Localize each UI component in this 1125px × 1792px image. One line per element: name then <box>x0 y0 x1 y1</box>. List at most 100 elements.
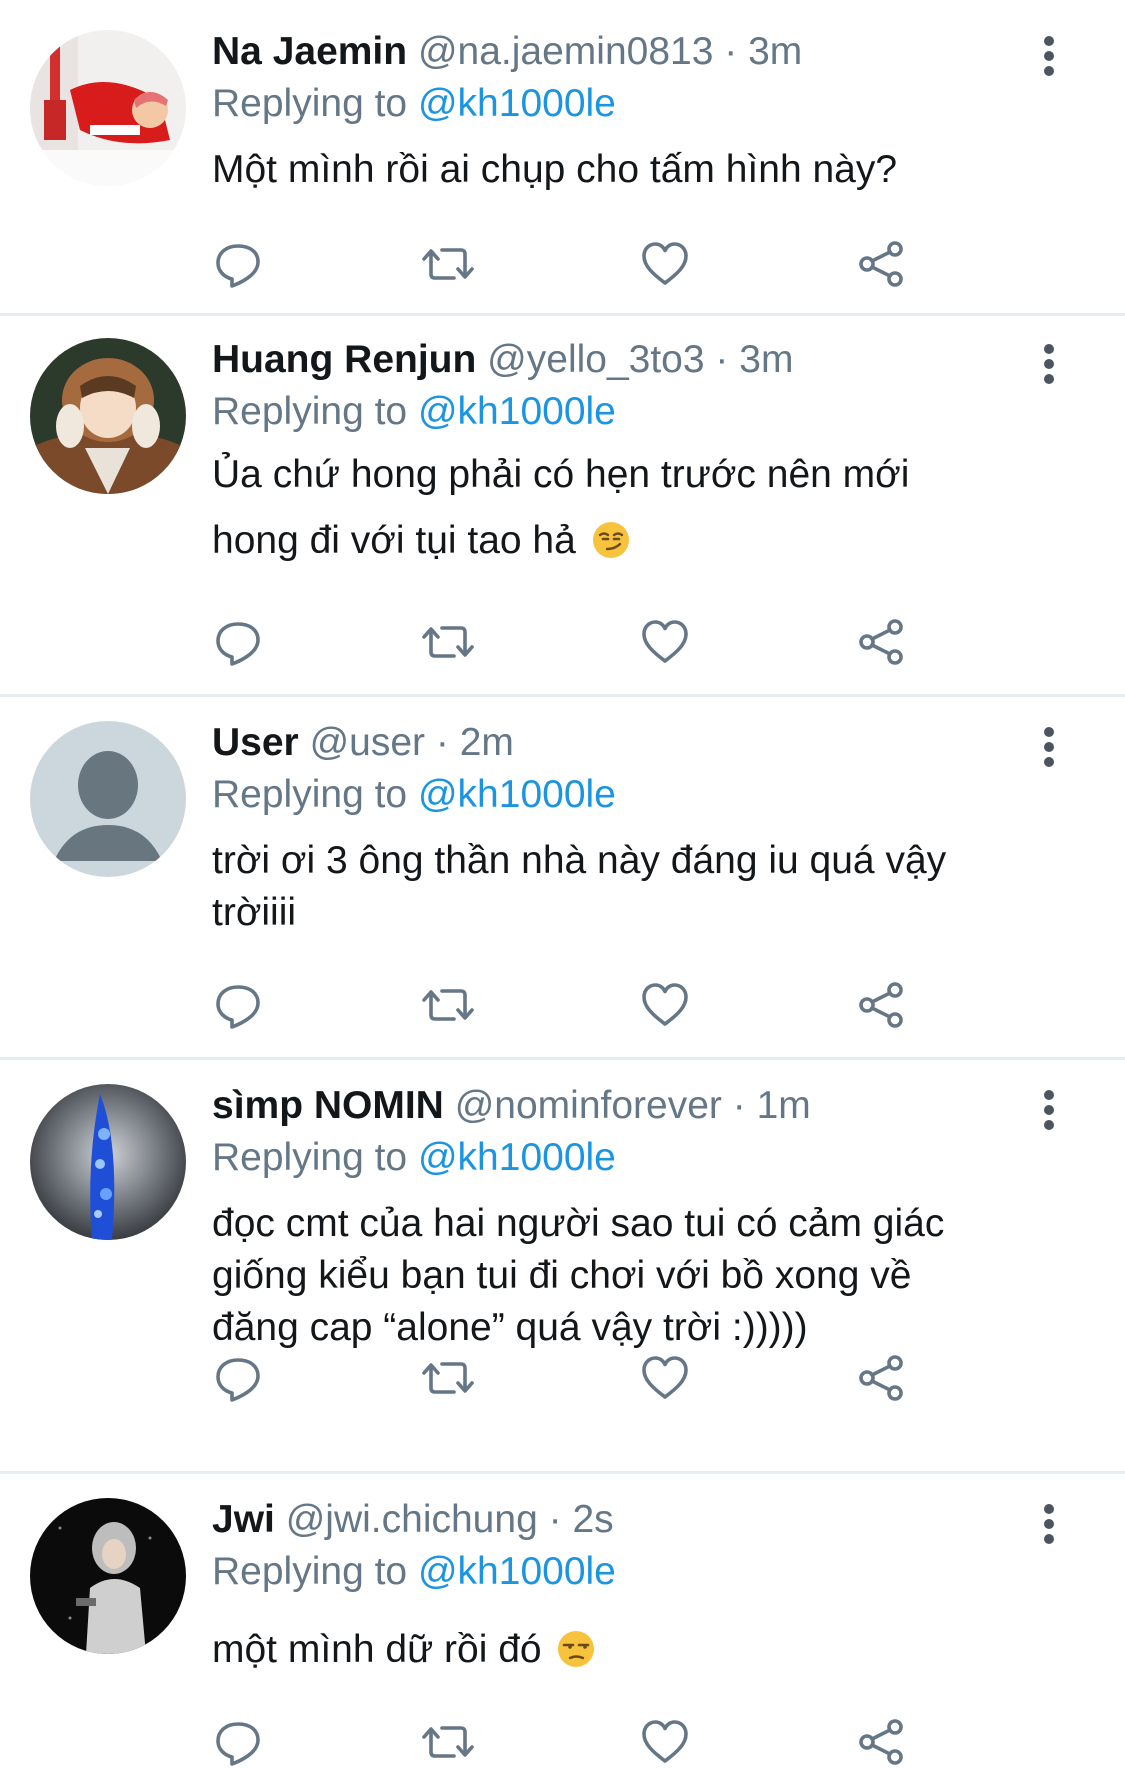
tweet-actions <box>212 979 932 1031</box>
display-name[interactable]: Huang Renjun <box>212 338 476 381</box>
tweet-header: User @user · 2m <box>212 717 1065 769</box>
display-name[interactable]: Jwi <box>212 1498 275 1541</box>
replying-to-line: Replying to @kh1000le <box>212 769 1065 821</box>
separator-dot: · <box>435 721 449 764</box>
share-icon[interactable] <box>855 1352 907 1404</box>
timestamp[interactable]: 3m <box>748 30 802 73</box>
display-name[interactable]: sìmp NOMIN <box>212 1084 444 1127</box>
tweet-text: Ủa chứ hong phải có hẹn trước nên mới ho… <box>212 442 1065 574</box>
replying-to-line: Replying to @kh1000le <box>212 386 1065 438</box>
retweet-icon[interactable] <box>422 1352 474 1404</box>
replying-label: Replying to <box>212 1136 408 1179</box>
tweet-content: Huang Renjun @yello_3to3 · 3m Replying t… <box>212 334 1065 574</box>
heart-icon[interactable] <box>639 1716 691 1768</box>
user-handle[interactable]: @na.jaemin0813 <box>418 30 713 73</box>
replying-label: Replying to <box>212 390 408 433</box>
tweet-text-line: đăng cap “alone” quá vậy trời :))))) <box>212 1306 808 1349</box>
unamused-face-emoji <box>558 1631 595 1667</box>
reply-tweet[interactable]: Huang Renjun @yello_3to3 · 3m Replying t… <box>0 316 1125 697</box>
reply-icon[interactable] <box>212 238 264 290</box>
tweet-header: Jwi @jwi.chichung · 2s <box>212 1494 1065 1546</box>
retweet-icon[interactable] <box>422 238 474 290</box>
share-icon[interactable] <box>855 979 907 1031</box>
avatar[interactable] <box>30 338 186 494</box>
tweet-text: đọc cmt của hai người sao tui có cảm giá… <box>212 1198 1065 1354</box>
tweet-text: một mình dữ rồi đó <box>212 1624 1065 1676</box>
reply-tweet[interactable]: sìmp NOMIN @nominforever · 1m Replying t… <box>0 1060 1125 1474</box>
more-vertical-icon[interactable] <box>1043 36 1055 76</box>
separator-dot: · <box>715 338 729 381</box>
share-icon[interactable] <box>855 238 907 290</box>
tweet-text-line: trời ơi 3 ông thần nhà này đáng iu quá v… <box>212 839 947 882</box>
avatar[interactable] <box>30 1498 186 1654</box>
tweet-text-line: hong đi với tụi tao hả <box>212 519 576 562</box>
tweet-header: sìmp NOMIN @nominforever · 1m <box>212 1080 1065 1132</box>
avatar[interactable] <box>30 1084 186 1240</box>
replying-to-line: Replying to @kh1000le <box>212 78 1065 130</box>
mention-link[interactable]: @kh1000le <box>418 1550 616 1593</box>
tweet-text-line: trờiiii <box>212 891 297 934</box>
tweet-actions <box>212 1352 932 1404</box>
more-vertical-icon[interactable] <box>1043 1090 1055 1130</box>
separator-dot: · <box>548 1498 562 1541</box>
display-name[interactable]: User <box>212 721 299 764</box>
tweet-text-line: đọc cmt của hai người sao tui có cảm giá… <box>212 1202 945 1245</box>
mention-link[interactable]: @kh1000le <box>418 82 616 125</box>
timestamp[interactable]: 2s <box>572 1498 613 1541</box>
tweet-actions <box>212 616 932 668</box>
smirking-face-emoji <box>592 522 629 558</box>
tweet-content: sìmp NOMIN @nominforever · 1m Replying t… <box>212 1080 1065 1354</box>
timestamp[interactable]: 2m <box>460 721 514 764</box>
replying-to-line: Replying to @kh1000le <box>212 1546 1065 1598</box>
heart-icon[interactable] <box>639 616 691 668</box>
user-handle[interactable]: @jwi.chichung <box>286 1498 538 1541</box>
heart-icon[interactable] <box>639 979 691 1031</box>
retweet-icon[interactable] <box>422 979 474 1031</box>
heart-icon[interactable] <box>639 238 691 290</box>
display-name[interactable]: Na Jaemin <box>212 30 407 73</box>
reply-tweet[interactable]: User @user · 2m Replying to @kh1000le tr… <box>0 697 1125 1060</box>
tweet-text-line: giống kiểu bạn tui đi chơi với bồ xong v… <box>212 1254 912 1297</box>
heart-icon[interactable] <box>639 1352 691 1404</box>
replying-label: Replying to <box>212 82 408 125</box>
replying-label: Replying to <box>212 1550 408 1593</box>
share-icon[interactable] <box>855 616 907 668</box>
mention-link[interactable]: @kh1000le <box>418 1136 616 1179</box>
tweet-content: Jwi @jwi.chichung · 2s Replying to @kh10… <box>212 1494 1065 1676</box>
replying-label: Replying to <box>212 773 408 816</box>
tweet-text: Một mình rồi ai chụp cho tấm hình này? <box>212 148 898 191</box>
tweet-text-line: Ủa chứ hong phải có hẹn trước nên mới <box>212 453 910 496</box>
tweet-text-line: một mình dữ rồi đó <box>212 1628 542 1671</box>
reply-icon[interactable] <box>212 1716 264 1768</box>
reply-icon[interactable] <box>212 616 264 668</box>
separator-dot: · <box>724 30 738 73</box>
mention-link[interactable]: @kh1000le <box>418 773 616 816</box>
tweet-header: Huang Renjun @yello_3to3 · 3m <box>212 334 1065 386</box>
timestamp[interactable]: 1m <box>757 1084 811 1127</box>
reply-tweet[interactable]: Na Jaemin @na.jaemin0813 · 3m Replying t… <box>0 0 1125 316</box>
reply-icon[interactable] <box>212 1352 264 1404</box>
avatar[interactable] <box>30 721 186 877</box>
mention-link[interactable]: @kh1000le <box>418 390 616 433</box>
more-vertical-icon[interactable] <box>1043 344 1055 384</box>
timestamp[interactable]: 3m <box>739 338 793 381</box>
reply-icon[interactable] <box>212 979 264 1031</box>
user-handle[interactable]: @user <box>310 721 425 764</box>
separator-dot: · <box>732 1084 746 1127</box>
retweet-icon[interactable] <box>422 1716 474 1768</box>
replies-feed: Na Jaemin @na.jaemin0813 · 3m Replying t… <box>0 0 1125 1792</box>
more-vertical-icon[interactable] <box>1043 1504 1055 1544</box>
tweet-text: trời ơi 3 ông thần nhà này đáng iu quá v… <box>212 835 1065 939</box>
reply-tweet[interactable]: Jwi @jwi.chichung · 2s Replying to @kh10… <box>0 1474 1125 1792</box>
tweet-header: Na Jaemin @na.jaemin0813 · 3m <box>212 26 1065 78</box>
tweet-actions <box>212 1716 932 1768</box>
retweet-icon[interactable] <box>422 616 474 668</box>
more-vertical-icon[interactable] <box>1043 727 1055 767</box>
avatar[interactable] <box>30 30 186 186</box>
replying-to-line: Replying to @kh1000le <box>212 1132 1065 1184</box>
share-icon[interactable] <box>855 1716 907 1768</box>
tweet-actions <box>212 238 932 290</box>
tweet-content: Na Jaemin @na.jaemin0813 · 3m Replying t… <box>212 26 1065 196</box>
user-handle[interactable]: @nominforever <box>455 1084 722 1127</box>
user-handle[interactable]: @yello_3to3 <box>487 338 704 381</box>
